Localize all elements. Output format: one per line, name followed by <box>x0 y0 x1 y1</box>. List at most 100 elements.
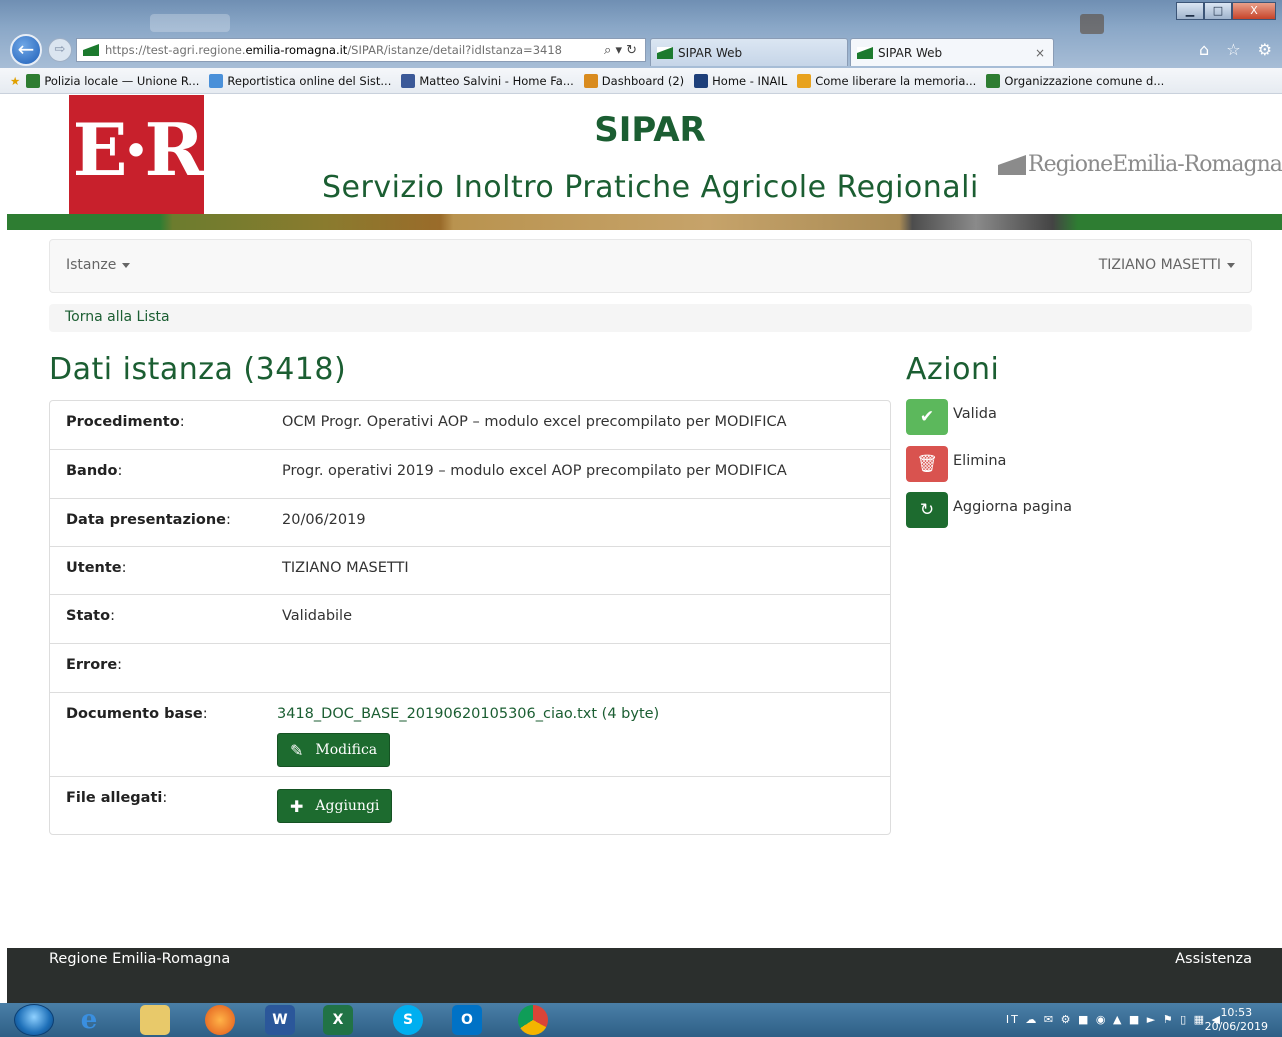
tab-close-icon[interactable]: × <box>1035 46 1045 60</box>
row-label: Bando: <box>66 463 123 479</box>
internet-explorer-icon[interactable]: e <box>74 1005 104 1035</box>
minimize-button[interactable]: ▁ <box>1176 2 1204 20</box>
favorite-link[interactable]: Matteo Salvini - Home Fa... <box>401 73 574 88</box>
row-value: Validabile <box>282 608 353 624</box>
detail-title: Dati istanza (3418) <box>49 352 347 387</box>
detail-row-data-presentazione: Data presentazione: 20/06/2019 <box>50 498 890 546</box>
detail-row-stato: Stato: Validabile <box>50 594 890 643</box>
favorite-label: Home - INAIL <box>712 73 788 88</box>
file-explorer-icon[interactable] <box>140 1005 170 1035</box>
browser-navrow: ← ⇨ https://test-agri.regione. emilia-rom… <box>0 32 1282 68</box>
chrome-icon[interactable] <box>518 1005 548 1035</box>
favorite-icon <box>26 73 41 88</box>
window-controls: ▁ □ X <box>1176 2 1276 20</box>
favorite-icon <box>694 73 709 88</box>
aggiorna-action[interactable]: ↻ Aggiorna pagina <box>906 492 1072 528</box>
main-navbar: Istanze TIZIANO MASETTI <box>49 239 1252 293</box>
trash-icon[interactable]: 🗑 <box>906 446 948 482</box>
tab-sipar-web-1[interactable]: SIPAR Web <box>650 38 848 66</box>
user-menu-label: TIZIANO MASETTI <box>1098 257 1221 273</box>
site-subtitle: Servizio Inoltro Pratiche Agricole Regio… <box>322 170 979 205</box>
favorite-link[interactable]: Reportistica online del Sist... <box>209 73 392 88</box>
favorite-label: Matteo Salvini - Home Fa... <box>419 73 574 88</box>
tab-label: SIPAR Web <box>878 45 943 60</box>
favorites-bar: ★ Polizia locale — Unione R... Reportist… <box>0 68 1282 94</box>
aggiungi-button[interactable]: ✚ Aggiungi <box>277 789 393 823</box>
system-tray[interactable]: IT ☁ ✉ ⚙ ■ ◉ ▲ ■ ► ⚑ ▯ ▦ ◀ <box>1006 1013 1222 1026</box>
istanze-menu[interactable]: Istanze <box>66 257 131 273</box>
valida-label[interactable]: Valida <box>953 399 997 422</box>
skype-icon[interactable]: S <box>393 1005 423 1035</box>
valida-action[interactable]: ✔ Valida <box>906 399 997 435</box>
firefox-icon[interactable] <box>205 1005 235 1035</box>
user-menu[interactable]: TIZIANO MASETTI <box>1099 257 1235 273</box>
taskbar-clock[interactable]: 10:53 20/06/2019 <box>1205 1006 1268 1034</box>
detail-row-procedimento: Procedimento: OCM Progr. Operativi AOP –… <box>50 401 890 449</box>
favorites-star-icon[interactable]: ★ <box>10 74 20 88</box>
regione-logo: RegioneEmilia-Romagna <box>998 152 1282 177</box>
assistenza-link[interactable]: Assistenza <box>1175 951 1252 967</box>
check-icon[interactable]: ✔ <box>906 399 948 435</box>
favorite-label: Polizia locale — Unione R... <box>44 73 200 88</box>
aggiorna-label[interactable]: Aggiorna pagina <box>953 492 1072 515</box>
favorite-link[interactable]: Polizia locale — Unione R... <box>26 73 200 88</box>
back-to-list-link[interactable]: Torna alla Lista <box>65 309 170 325</box>
tab-favicon-icon <box>857 46 873 59</box>
detail-row-documento-base: Documento base: 3418_DOC_BASE_2019062010… <box>50 692 890 776</box>
start-button[interactable] <box>14 1004 54 1036</box>
footer-region: Regione Emilia-Romagna <box>49 951 231 967</box>
home-favorites-settings-icons[interactable]: ⌂ ☆ ⚙ <box>1199 40 1278 59</box>
row-value: Progr. operativi 2019 – modulo excel AOP… <box>282 463 787 479</box>
favorite-icon <box>209 73 224 88</box>
favorite-icon <box>986 73 1001 88</box>
documento-base-link[interactable]: 3418_DOC_BASE_20190620105306_ciao.txt (4… <box>277 706 659 722</box>
site-favicon-icon <box>83 44 99 56</box>
favorite-label: Come liberare la memoria... <box>815 73 977 88</box>
header-banner <box>7 214 1282 230</box>
favorite-link[interactable]: Organizzazione comune d... <box>986 73 1164 88</box>
favorite-link[interactable]: Dashboard (2) <box>583 73 684 88</box>
address-bar[interactable]: https://test-agri.regione. emilia-romagna… <box>76 38 646 62</box>
site-footer: Regione Emilia-Romagna Assistenza <box>7 948 1282 1004</box>
windows-taskbar: e W X S O IT ☁ ✉ ⚙ ■ ◉ ▲ ■ ► ⚑ ▯ ▦ ◀ 10:… <box>0 1003 1282 1037</box>
favorite-label: Reportistica online del Sist... <box>227 73 392 88</box>
address-tools-icon[interactable]: ⌕ ▾ ↻ <box>604 43 637 58</box>
row-label: Procedimento: <box>66 414 185 430</box>
back-button[interactable]: ← <box>10 34 42 66</box>
forward-button[interactable]: ⇨ <box>48 38 72 62</box>
row-label: Errore: <box>66 657 123 673</box>
caret-down-icon <box>1227 262 1235 268</box>
favorite-link[interactable]: Come liberare la memoria... <box>797 73 977 88</box>
url-host: emilia-romagna.it <box>245 43 348 57</box>
regione-flag-icon <box>998 154 1026 175</box>
modifica-button[interactable]: ✎ Modifica <box>277 733 391 767</box>
maximize-button[interactable]: □ <box>1204 2 1232 20</box>
tab-label: SIPAR Web <box>678 45 743 60</box>
outlook-icon[interactable]: O <box>452 1005 482 1035</box>
language-indicator[interactable]: IT <box>1006 1013 1020 1026</box>
row-label: Stato: <box>66 608 115 624</box>
refresh-icon[interactable]: ↻ <box>906 492 948 528</box>
excel-icon[interactable]: X <box>323 1005 353 1035</box>
row-label: Documento base: <box>66 706 208 722</box>
regione-logo-text: RegioneEmilia-Romagna <box>1028 152 1282 177</box>
window-title-blur <box>150 14 230 32</box>
favorite-icon <box>797 73 812 88</box>
elimina-action[interactable]: 🗑 Elimina <box>906 446 1006 482</box>
browser-titlebar: ▁ □ X ← ⇨ https://test-agri.regione. emil… <box>0 0 1282 68</box>
favorite-link[interactable]: Home - INAIL <box>694 73 788 88</box>
favorite-icon <box>401 73 416 88</box>
detail-row-errore: Errore: <box>50 643 890 692</box>
row-value: OCM Progr. Operativi AOP – modulo excel … <box>282 414 787 430</box>
elimina-label[interactable]: Elimina <box>953 446 1006 469</box>
clock-date: 20/06/2019 <box>1204 1020 1268 1033</box>
caret-down-icon <box>122 262 131 268</box>
close-window-button[interactable]: X <box>1232 2 1276 20</box>
tab-sipar-web-2[interactable]: SIPAR Web × <box>850 38 1054 66</box>
detail-row-utente: Utente: TIZIANO MASETTI <box>50 546 890 594</box>
clock-time: 10:53 <box>1220 1006 1253 1019</box>
pencil-icon: ✎ <box>290 740 304 760</box>
word-icon[interactable]: W <box>265 1005 295 1035</box>
aggiungi-button-label: Aggiungi <box>315 798 380 814</box>
url-path: /SIPAR/istanze/detail?idIstanza=3418 <box>347 43 562 57</box>
